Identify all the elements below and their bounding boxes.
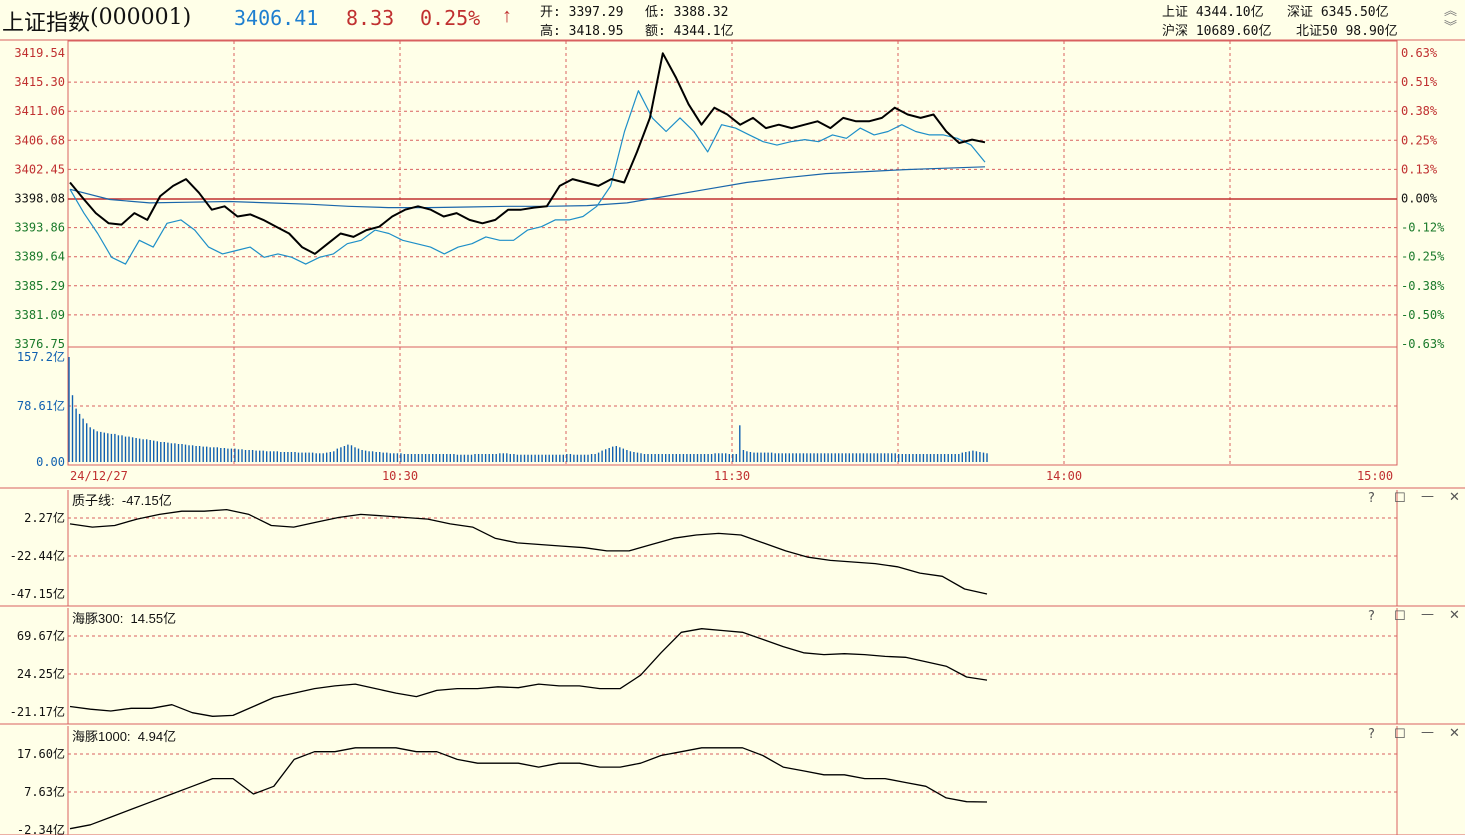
y-tick-label: 3402.45	[14, 162, 65, 176]
indicator-tick-label: 7.63亿	[24, 784, 65, 799]
x-tick-label: 24/12/27	[70, 469, 128, 483]
minimize-icon[interactable]: —	[1421, 607, 1434, 622]
indicator-tick-label: 24.25亿	[17, 666, 65, 681]
y-tick-label: 3389.64	[14, 250, 65, 264]
pct-tick-label: -0.12%	[1401, 221, 1445, 235]
pct-tick-label: 0.51%	[1401, 75, 1438, 89]
pct-tick-label: 0.38%	[1401, 104, 1438, 118]
x-tick-label: 15:00	[1357, 469, 1393, 483]
help-icon[interactable]: ?	[1368, 491, 1375, 506]
pct-tick-label: 0.25%	[1401, 133, 1438, 147]
indicator-tick-label: 17.60亿	[17, 746, 65, 761]
y-tick-label: 3415.30	[14, 75, 65, 89]
pct-tick-label: 0.13%	[1401, 162, 1438, 176]
indicator-line-3	[69, 747, 988, 830]
maximize-icon[interactable]: ☐	[1394, 727, 1406, 742]
indicator-tick-label: 2.27亿	[24, 510, 65, 525]
pct-tick-label: -0.38%	[1401, 279, 1445, 293]
help-icon[interactable]: ?	[1368, 727, 1375, 742]
y-tick-label: 3406.68	[14, 133, 65, 147]
minimize-icon[interactable]: —	[1421, 489, 1434, 504]
pct-tick-label: -0.63%	[1401, 337, 1445, 351]
y-tick-label: 3398.08	[14, 192, 65, 206]
indicator-tick-label: -22.44亿	[10, 548, 65, 563]
panel1-value: -47.15亿	[121, 493, 172, 508]
panel2-label: 海豚300:	[72, 611, 124, 626]
close-icon[interactable]: ✕	[1449, 608, 1460, 623]
panel2-value: 14.55亿	[130, 611, 177, 626]
indicator-tick-label: 69.67亿	[17, 628, 65, 643]
indicator-line-2	[69, 628, 988, 717]
volume-tick-label: 0.00	[36, 455, 65, 469]
y-tick-label: 3393.86	[14, 221, 65, 235]
y-tick-label: 3419.54	[14, 46, 65, 60]
indicator-line-1	[69, 508, 988, 595]
minimize-icon[interactable]: —	[1421, 725, 1434, 740]
pct-tick-label: -0.25%	[1401, 250, 1445, 264]
close-icon[interactable]: ✕	[1449, 726, 1460, 741]
maximize-icon[interactable]: ☐	[1394, 609, 1406, 624]
y-tick-label: 3381.09	[14, 308, 65, 322]
indicator-tick-label: -47.15亿	[10, 586, 65, 601]
indicator-tick-label: -2.34亿	[17, 822, 65, 835]
panel3-label: 海豚1000:	[72, 729, 131, 744]
volume-tick-label: 157.2亿	[17, 349, 65, 364]
pct-tick-label: 0.00%	[1401, 192, 1438, 206]
avg-price-line	[69, 166, 986, 209]
volume-tick-label: 78.61亿	[17, 398, 65, 413]
y-tick-label: 3385.29	[14, 279, 65, 293]
indicator-tick-label: -21.17亿	[10, 704, 65, 719]
chart-canvas: 3419.54 0.63% 3415.30 0.51% 3411.06 0.38% 3406…	[0, 39, 1465, 835]
comparison-line	[69, 90, 986, 265]
maximize-icon[interactable]: ☐	[1394, 491, 1406, 506]
close-icon[interactable]: ✕	[1449, 490, 1460, 505]
y-tick-label: 3411.06	[14, 104, 65, 118]
x-tick-label: 10:30	[382, 469, 418, 483]
y-tick-label: 3376.75	[14, 337, 65, 351]
x-tick-label: 14:00	[1046, 469, 1082, 483]
price-line	[69, 52, 986, 255]
panel3-value: 4.94亿	[137, 729, 177, 744]
x-tick-label: 11:30	[714, 469, 750, 483]
panel1-label: 质子线:	[72, 493, 115, 508]
pct-tick-label: -0.50%	[1401, 308, 1445, 322]
pct-tick-label: 0.63%	[1401, 46, 1438, 60]
help-icon[interactable]: ?	[1368, 609, 1375, 624]
